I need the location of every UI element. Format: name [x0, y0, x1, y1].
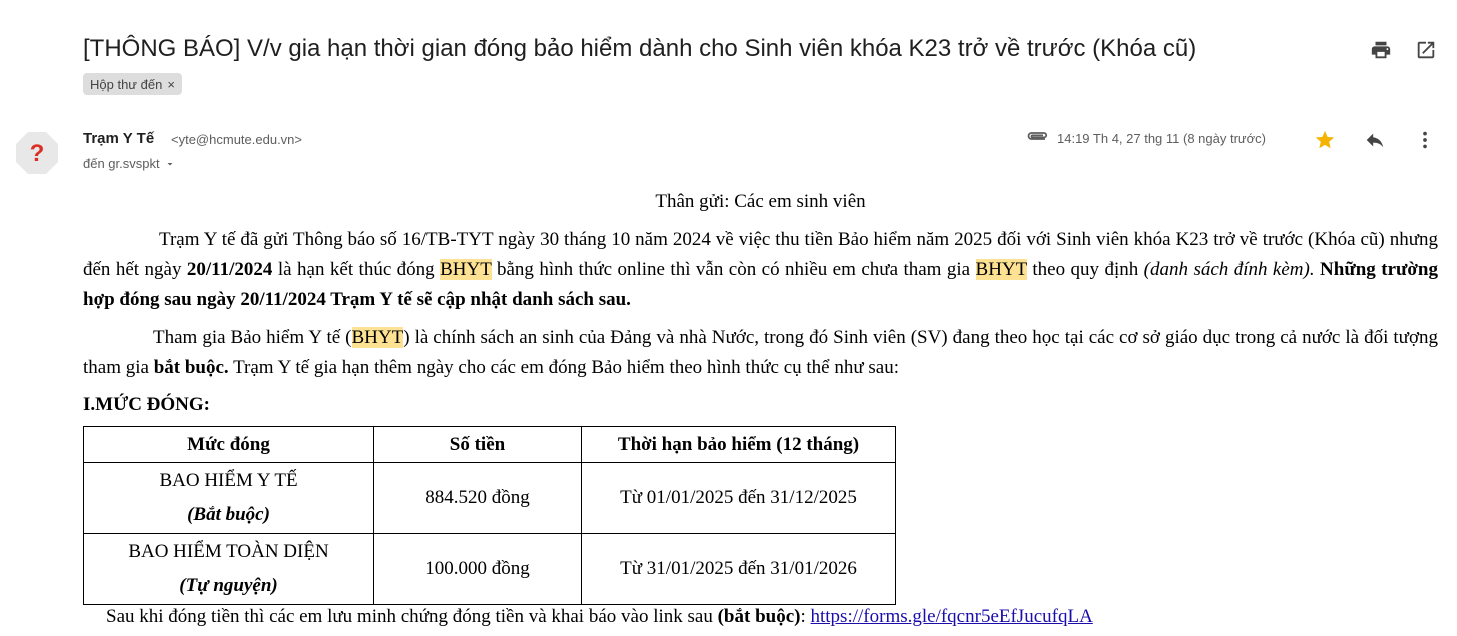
open-in-new-icon — [1417, 41, 1435, 59]
table-row: BAO HIỂM Y TẾ (Bắt buộc) 884.520 đồng Từ… — [83, 462, 896, 534]
period-cell: Từ 31/01/2025 đến 31/01/2026 — [581, 533, 896, 605]
paragraph-2: Tham gia Bảo hiểm Y tế (BHYT) là chính s… — [83, 327, 1438, 378]
amount-cell: 884.520 đồng — [373, 462, 582, 534]
attachment-icon — [1027, 132, 1048, 140]
sender-avatar[interactable]: ? — [14, 130, 60, 176]
paragraph-1: Trạm Y tế đã gửi Thông báo số 16/TB-TYT … — [83, 229, 1438, 310]
print-button[interactable] — [1366, 35, 1396, 65]
table-header: Số tiền — [373, 426, 582, 463]
fee-table: Mức đóng Số tiền Thời hạn bảo hiểm (12 t… — [83, 426, 896, 605]
remove-label-button[interactable]: × — [167, 77, 175, 92]
subject-row: [THÔNG BÁO] V/v gia hạn thời gian đóng b… — [83, 32, 1453, 72]
recipient-details-toggle[interactable]: đến gr.svspkt — [83, 156, 176, 171]
dropdown-arrow-icon — [167, 162, 173, 165]
sender-name[interactable]: Trạm Y Tế — [83, 130, 154, 147]
email-timestamp: 14:19 Th 4, 27 thg 11 (8 ngày trước) — [1057, 131, 1266, 146]
label-chip-text: Hộp thư đến — [90, 76, 163, 92]
star-button[interactable] — [1310, 125, 1340, 155]
star-icon — [1315, 130, 1335, 149]
amount-cell: 100.000 đồng — [373, 533, 582, 605]
table-header: Mức đóng — [83, 426, 374, 463]
table-row: BAO HIỂM TOÀN DIỆN (Tự nguyện) 100.000 đ… — [83, 533, 896, 605]
sender-email: <yte@hcmute.edu.vn> — [171, 132, 302, 147]
bhyt-highlight: BHYT — [440, 259, 492, 280]
reply-button[interactable] — [1360, 125, 1390, 155]
more-options-button[interactable] — [1410, 125, 1440, 155]
email-subject: [THÔNG BÁO] V/v gia hạn thời gian đóng b… — [83, 35, 1197, 62]
reply-icon — [1366, 133, 1384, 148]
avatar-glyph: ? — [30, 140, 45, 167]
table-header-row: Mức đóng Số tiền Thời hạn bảo hiểm (12 t… — [83, 426, 896, 463]
open-in-new-window-button[interactable] — [1411, 35, 1441, 65]
inbox-label-chip[interactable]: Hộp thư đến × — [83, 73, 182, 95]
period-cell: Từ 01/01/2025 đến 31/12/2025 — [581, 462, 896, 534]
fee-type-cell: BAO HIỂM TOÀN DIỆN (Tự nguyện) — [83, 533, 374, 605]
bhyt-highlight: BHYT — [975, 259, 1027, 280]
bhyt-highlight: BHYT — [351, 327, 404, 348]
greeting: Thân gửi: Các em sinh viên — [655, 191, 866, 212]
table-header: Thời hạn bảo hiểm (12 tháng) — [581, 426, 896, 463]
section-title: I.MỨC ĐÓNG: — [83, 394, 210, 415]
recipient-text: đến gr.svspkt — [83, 156, 160, 171]
more-vert-icon — [1423, 131, 1427, 149]
fee-type-cell: BAO HIỂM Y TẾ (Bắt buộc) — [83, 462, 374, 534]
final-instruction: Sau khi đóng tiền thì các em lưu minh ch… — [106, 606, 1093, 627]
print-icon — [1371, 41, 1391, 59]
form-link[interactable]: https://forms.gle/fqcnr5eEfJucufqLA — [811, 606, 1093, 627]
